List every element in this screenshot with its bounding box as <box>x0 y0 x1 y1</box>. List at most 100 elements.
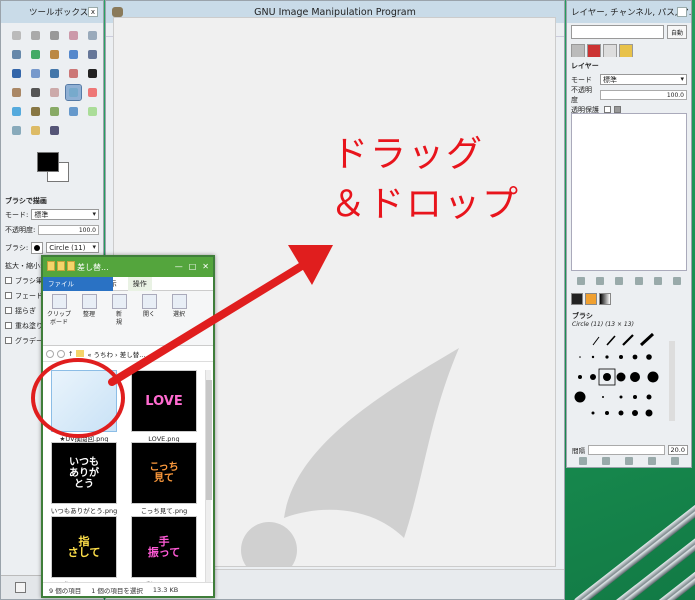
tool-14-icon[interactable] <box>66 66 81 81</box>
new-folder-icon[interactable] <box>67 261 75 271</box>
tool-16-icon[interactable] <box>9 85 24 100</box>
tool-glyph <box>12 88 21 97</box>
brush-grid[interactable] <box>573 333 683 433</box>
tool-24-icon[interactable] <box>66 104 81 119</box>
spacing-slider[interactable] <box>588 444 665 455</box>
tool-22-icon[interactable] <box>28 104 43 119</box>
tool-28-icon[interactable] <box>47 123 62 138</box>
tool-11-icon[interactable] <box>9 66 24 81</box>
tool-8-icon[interactable] <box>47 47 62 62</box>
option-checkbox[interactable] <box>5 292 12 299</box>
layer-list[interactable] <box>571 113 687 271</box>
file-list-scrollbar[interactable] <box>205 370 212 585</box>
tool-1-icon[interactable] <box>9 28 24 43</box>
delete-layer-icon[interactable] <box>673 277 682 285</box>
tool-27-icon[interactable] <box>28 123 43 138</box>
file-item[interactable]: 手 振って手振って.png <box>129 516 199 589</box>
tab-paths[interactable] <box>603 44 617 57</box>
file-item[interactable]: ★UV撲閲回.png <box>49 370 119 443</box>
tool-4-icon[interactable] <box>66 28 81 43</box>
ribbon-button-4[interactable]: 開く <box>136 294 162 342</box>
tool-7-icon[interactable] <box>28 47 43 62</box>
layer-mode-select[interactable]: 標準 <box>600 74 687 85</box>
lower-layer-icon[interactable] <box>615 277 624 285</box>
lock-pixels-checkbox[interactable] <box>614 106 621 113</box>
folder-icon[interactable] <box>47 261 55 271</box>
tool-3-icon[interactable] <box>47 28 62 43</box>
tool-19-icon[interactable] <box>65 84 82 101</box>
tool-5-icon[interactable] <box>85 28 100 43</box>
ribbon-button-1[interactable]: クリップ ボード <box>46 294 72 342</box>
new-layer-icon[interactable] <box>576 277 585 285</box>
explorer-statusbar: 9 個の項目 1 個の項目を選択 13.3 KB <box>43 582 213 596</box>
tool-2-icon[interactable] <box>28 28 43 43</box>
refresh-brushes-icon[interactable] <box>671 457 680 465</box>
tool-26-icon[interactable] <box>9 123 24 138</box>
option-checkbox[interactable] <box>5 337 12 344</box>
tool-20-icon[interactable] <box>85 85 100 100</box>
file-item[interactable]: 指 さして指さして.png <box>49 516 119 589</box>
option-checkbox[interactable] <box>5 277 12 284</box>
new-brush-icon[interactable] <box>601 457 610 465</box>
close-button[interactable]: ✕ <box>202 262 209 271</box>
file-item[interactable]: LOVE LOVE.png <box>129 370 199 443</box>
auto-button[interactable]: 自動 <box>667 25 687 39</box>
tool-12-icon[interactable] <box>28 66 43 81</box>
save-options-icon[interactable] <box>15 582 26 593</box>
tab-channels[interactable] <box>587 44 601 57</box>
tab-layers[interactable] <box>571 44 585 57</box>
dock-titlebar[interactable]: レイヤー, チャンネル, パス, ア... <box>567 1 691 23</box>
file-item[interactable]: こっち 見て こっち見て.png <box>129 442 199 515</box>
tool-13-icon[interactable] <box>47 66 62 81</box>
tool-25-icon[interactable] <box>85 104 100 119</box>
duplicate-brush-icon[interactable] <box>624 457 633 465</box>
tool-9-icon[interactable] <box>66 47 81 62</box>
explorer-titlebar[interactable]: 差し替... — □ ✕ <box>43 257 213 277</box>
toolbox-titlebar[interactable]: ツールボックス x <box>1 1 103 23</box>
lock-alpha-checkbox[interactable] <box>604 106 611 113</box>
ribbon-tab-1[interactable]: ファイル <box>43 276 113 291</box>
brush-select[interactable]: Circle (11) <box>46 242 99 253</box>
duplicate-layer-icon[interactable] <box>634 277 643 285</box>
anchor-layer-icon[interactable] <box>653 277 662 285</box>
option-checkbox[interactable] <box>5 307 12 314</box>
brush-preview-icon[interactable] <box>31 241 44 254</box>
tab-undo[interactable] <box>619 44 633 57</box>
layer-opacity-slider[interactable]: 100.0 <box>600 89 687 100</box>
dock-close-button[interactable] <box>677 7 687 17</box>
ribbon-tab-5[interactable]: 操作 <box>127 276 152 291</box>
tool-18-icon[interactable] <box>47 85 62 100</box>
back-button[interactable] <box>46 349 54 358</box>
edit-brush-icon[interactable] <box>578 457 587 465</box>
tool-15-icon[interactable] <box>85 66 100 81</box>
tab-gradients[interactable] <box>599 293 611 305</box>
address-path[interactable]: « うちわ › 差し替... <box>87 349 145 359</box>
opacity-slider[interactable]: 100.0 <box>38 224 99 235</box>
ribbon-button-3[interactable]: 新 規 <box>106 294 132 342</box>
forward-button[interactable] <box>57 349 65 358</box>
tool-17-icon[interactable] <box>28 85 43 100</box>
file-item[interactable]: いつも ありが とう いつもありがとう.png <box>49 442 119 515</box>
mode-select[interactable]: 標準 <box>31 209 99 220</box>
properties-icon[interactable] <box>57 261 65 271</box>
up-arrow-icon[interactable]: ↑ <box>68 350 73 358</box>
delete-brush-icon[interactable] <box>648 457 657 465</box>
scrollbar-thumb[interactable] <box>206 380 212 500</box>
ribbon-button-2[interactable]: 整理 <box>76 294 102 342</box>
image-selector[interactable] <box>571 25 664 39</box>
tool-23-icon[interactable] <box>47 104 62 119</box>
raise-layer-icon[interactable] <box>595 277 604 285</box>
ribbon-button-5[interactable]: 選択 <box>166 294 192 342</box>
tool-10-icon[interactable] <box>85 47 100 62</box>
foreground-color-swatch[interactable] <box>37 152 59 172</box>
file-thumbnail <box>51 370 117 432</box>
maximize-button[interactable]: □ <box>189 262 197 271</box>
tool-21-icon[interactable] <box>9 104 24 119</box>
tab-brushes[interactable] <box>571 293 583 305</box>
tab-patterns[interactable] <box>585 293 597 305</box>
tool-6-icon[interactable] <box>9 47 24 62</box>
option-checkbox[interactable] <box>5 322 12 329</box>
spacing-value[interactable]: 20.0 <box>667 444 688 455</box>
minimize-button[interactable]: — <box>175 262 183 271</box>
toolbox-close-button[interactable]: x <box>88 7 98 17</box>
